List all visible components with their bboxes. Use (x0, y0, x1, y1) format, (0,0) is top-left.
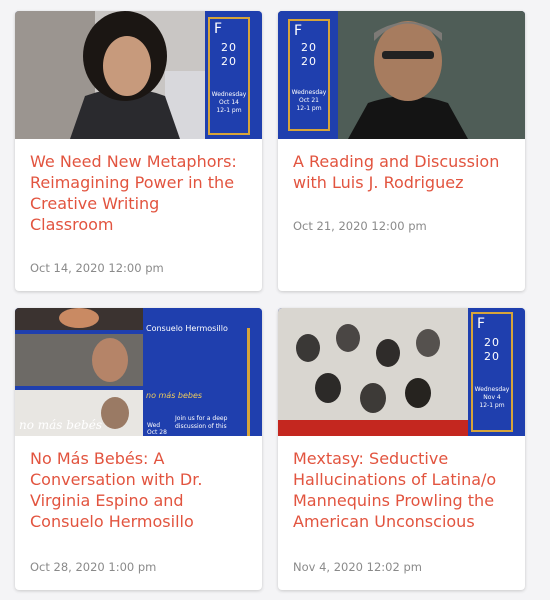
event-date: Oct 21, 2020 12:00 pm (293, 219, 427, 233)
badge-year: 20 (484, 350, 500, 363)
badge-year: 20 (221, 41, 237, 54)
badge-year: 20 (301, 41, 317, 54)
event-card-no-mas-bebes[interactable]: Consuelo Hermosillo no más bebes no más … (15, 308, 262, 590)
badge-date: Nov 4 (483, 394, 501, 401)
flyer-day: Wed (147, 422, 161, 429)
event-title[interactable]: We Need New Metaphors: Reimagining Power… (30, 151, 247, 235)
badge-date: Oct 14 (219, 99, 239, 106)
badge-day: Wednesday (474, 386, 510, 393)
badge-letter: F (294, 23, 303, 39)
badge-time: 12-1 pm (296, 105, 322, 112)
event-card-metaphors[interactable]: F 20 20 Wednesday Oct 14 12-1 pm We Need… (15, 11, 262, 291)
event-date: Oct 28, 2020 1:00 pm (30, 560, 157, 574)
event-card-mextasy[interactable]: F 20 20 Wednesday Nov 4 12-1 pm Mextasy:… (278, 308, 525, 590)
badge-year: 20 (301, 55, 317, 68)
event-date: Oct 14, 2020 12:00 pm (30, 261, 164, 275)
badge-letter: F (477, 316, 486, 332)
flyer-date: Oct 28 (147, 429, 167, 436)
event-flyer-image: Consuelo Hermosillo no más bebes no más … (15, 308, 262, 436)
date-badge: F 20 20 Wednesday Oct 14 12-1 pm (208, 17, 250, 135)
event-title[interactable]: Mextasy: Seductive Hallucinations of Lat… (293, 448, 510, 532)
event-card-rodriguez[interactable]: F 20 20 Wednesday Oct 21 12-1 pm A Readi… (278, 11, 525, 291)
event-flyer-image: F 20 20 Wednesday Oct 14 12-1 pm (15, 11, 262, 139)
event-date: Nov 4, 2020 12:02 pm (293, 560, 422, 574)
badge-day: Wednesday (211, 91, 247, 98)
badge-time: 12-1 pm (479, 402, 505, 409)
flyer-blurb: Join us for a deep discussion of this (175, 415, 228, 430)
badge-date: Oct 21 (299, 97, 319, 104)
date-badge: F 20 20 Wednesday Nov 4 12-1 pm (471, 312, 513, 432)
event-flyer-image: F 20 20 Wednesday Oct 21 12-1 pm (278, 11, 525, 139)
flyer-film-title: no más bebes (146, 391, 203, 400)
event-title[interactable]: No Más Bebés: A Conversation with Dr. Vi… (30, 448, 247, 532)
event-flyer-image: F 20 20 Wednesday Nov 4 12-1 pm (278, 308, 525, 436)
badge-year: 20 (221, 55, 237, 68)
badge-letter: F (214, 21, 223, 37)
flyer-overlay-title: no más bebés (19, 418, 102, 432)
event-title[interactable]: A Reading and Discussion with Luis J. Ro… (293, 151, 510, 193)
badge-time: 12-1 pm (216, 107, 242, 114)
flyer-name: Consuelo Hermosillo (146, 324, 228, 333)
badge-day: Wednesday (291, 89, 327, 96)
badge-year: 20 (484, 336, 500, 349)
date-badge: F 20 20 Wednesday Oct 21 12-1 pm (288, 19, 330, 131)
